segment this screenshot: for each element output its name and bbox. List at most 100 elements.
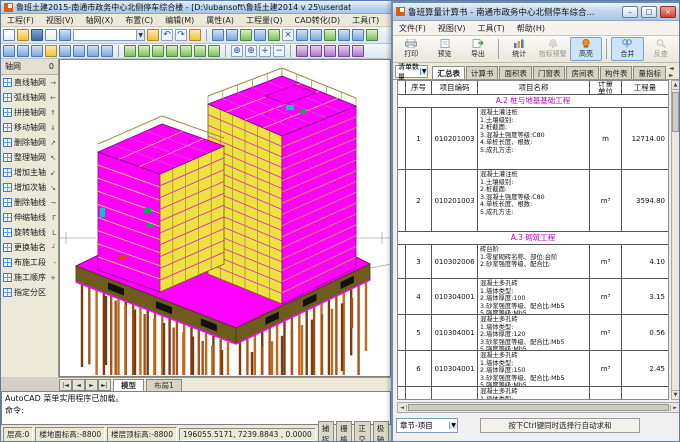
sidebar-item-build-sequence[interactable]: 施工顺序 +	[1, 270, 58, 285]
sidebar-item-stretch-axis[interactable]: 伸缩轴线 Γ	[1, 210, 58, 225]
layer-combo[interactable]: ▼	[73, 29, 145, 41]
solid-cone-icon[interactable]	[338, 45, 350, 57]
selector-column-header[interactable]	[398, 81, 406, 94]
tab-area[interactable]: 面积表	[499, 66, 532, 79]
undo-icon[interactable]: ↶	[161, 29, 173, 41]
cad-tool-icon[interactable]	[226, 29, 238, 41]
redo-icon[interactable]: ↷	[175, 29, 187, 41]
menu-quantity[interactable]: 工程量(Q)	[240, 14, 289, 27]
menu-tools[interactable]: 工具(T)	[346, 14, 385, 27]
window-tool-icon[interactable]	[3, 45, 15, 57]
draw-tool-icon[interactable]	[152, 45, 164, 57]
next-tab-button[interactable]: ►	[85, 378, 98, 391]
cad-tool-icon[interactable]	[212, 29, 224, 41]
scroll-right-icon[interactable]: ►	[670, 404, 679, 411]
print-button[interactable]: 打印	[395, 37, 427, 61]
table-horizontal-scrollbar[interactable]: ◄ ►	[397, 402, 679, 413]
menu-edit[interactable]: 编辑(M)	[159, 14, 200, 27]
sidebar-item-assign-zone[interactable]: 指定分区	[1, 285, 58, 300]
polar-toggle[interactable]: 极轴	[372, 421, 389, 441]
sidebar-item-delete-axis[interactable]: 删除轴线 ¬	[1, 195, 58, 210]
table-row[interactable]: 3 010302006 砖台阶 1.零星砌砖名称、部位:台阶 2.砂浆强度等级、配合…	[398, 245, 668, 279]
table-row[interactable]: 7010304001混凝土多孔砖 1.墙体类型: 2.墙体厚度:200 3.砂浆…	[398, 387, 668, 399]
calc-menu-help[interactable]: 帮助(H)	[511, 22, 551, 35]
zoom-in-icon[interactable]: +	[259, 45, 271, 57]
scroll-left-icon[interactable]: ◄	[398, 404, 407, 411]
scroll-up-icon[interactable]: ▲	[672, 81, 679, 90]
quantity-mode-dropdown[interactable]: 清单数量 ▼	[395, 63, 429, 81]
cad-tool-icon[interactable]	[254, 29, 266, 41]
cad-tool-icon[interactable]	[366, 29, 378, 41]
prev-tab-button[interactable]: ◄	[72, 378, 85, 391]
cad-tool-icon[interactable]	[352, 29, 364, 41]
snap-toggle[interactable]: 捕捉	[317, 421, 335, 441]
first-tab-button[interactable]: |◄	[59, 378, 72, 391]
grid-toggle[interactable]: 栅格	[336, 421, 353, 441]
sidebar-item-delete-grid[interactable]: 删除轴网 ↗	[1, 135, 58, 150]
window-tool-icon[interactable]	[101, 45, 113, 57]
solid-wedge-icon[interactable]	[352, 45, 364, 57]
close-button[interactable]: ×	[660, 5, 676, 18]
sidebar-item-rename-axis[interactable]: 更换轴名 ┘	[1, 240, 58, 255]
cad-tool-icon[interactable]	[240, 29, 252, 41]
scroll-down-icon[interactable]: ▼	[672, 390, 679, 399]
draw-tool-icon[interactable]	[166, 45, 178, 57]
window-tool-icon[interactable]	[31, 45, 43, 57]
open-icon[interactable]	[17, 29, 29, 41]
sidebar-item-arc-grid[interactable]: 弧线轴网 ←	[1, 90, 58, 105]
tab-model[interactable]: 模型	[113, 378, 144, 391]
table-row[interactable]: 2 010201003 混凝土灌注桩 1.土壤级别: 2.桩截面: 3.混凝土强度等…	[398, 170, 668, 232]
menu-grid[interactable]: 轴网(X)	[80, 14, 120, 27]
save-icon[interactable]	[31, 29, 43, 41]
sidebar-item-work-section[interactable]: 布施工段 -	[1, 255, 58, 270]
erase-icon[interactable]: ×	[282, 29, 294, 41]
zoom-out-icon[interactable]: −	[273, 45, 285, 57]
quantity-table[interactable]: 序号 项目编码 项目名称 计量 单位 工程量 A.2 桩与地基基础工程 1 010…	[397, 80, 669, 400]
menu-view[interactable]: 视图(V)	[40, 14, 80, 27]
merge-button[interactable]: 合并	[611, 37, 644, 61]
tab-component[interactable]: 构件表	[599, 66, 633, 79]
view-icon[interactable]	[147, 29, 159, 41]
menu-property[interactable]: 属性(A)	[200, 14, 240, 27]
table-row[interactable]: 5 010304001 混凝土多孔砖 1.墙体类型: 2.墙体厚度:120 3.砂浆…	[398, 315, 668, 351]
tab-layout1[interactable]: 布局1	[146, 378, 182, 391]
maximize-button[interactable]: □	[641, 5, 657, 18]
statistics-button[interactable]: 统计	[503, 37, 535, 61]
export-button[interactable]: 导出	[462, 37, 494, 61]
tab-calc-book[interactable]: 计算书	[465, 66, 499, 79]
window-tool-icon[interactable]	[59, 45, 71, 57]
minimize-button[interactable]: –	[622, 5, 638, 18]
chapter-mode-dropdown[interactable]: 章节-项目 ▼	[396, 418, 458, 433]
solid-cylinder-icon[interactable]	[310, 45, 322, 57]
window-tool-icon[interactable]	[73, 45, 85, 57]
calc-menu-view[interactable]: 视图(V)	[432, 22, 472, 35]
draw-tool-icon[interactable]	[124, 45, 136, 57]
menu-project[interactable]: 工程(F)	[1, 14, 40, 27]
sidebar-item-rotate-axis[interactable]: 旋转轴线 L	[1, 225, 58, 240]
sidebar-item-tidy-grid[interactable]: 整理轴网 ↖	[1, 150, 58, 165]
new-icon[interactable]	[3, 29, 15, 41]
solid-sphere-icon[interactable]	[324, 45, 336, 57]
tab-door-window[interactable]: 门窗表	[532, 66, 566, 79]
preview-button[interactable]: 预览	[428, 37, 460, 61]
draw-tool-icon[interactable]	[208, 45, 220, 57]
ortho-toggle[interactable]: 正交	[354, 421, 371, 441]
sidebar-item-add-sub-axis[interactable]: 增加次轴 ↘	[1, 180, 58, 195]
hscroll-thumb[interactable]	[408, 404, 669, 411]
cad-tool-icon[interactable]	[268, 29, 280, 41]
drawing-viewport[interactable]	[59, 59, 391, 377]
window-tool-icon[interactable]	[87, 45, 99, 57]
command-window[interactable]: AutoCAD 菜单实用程序已加载。 命令:	[1, 391, 391, 425]
sidebar-item-move-grid[interactable]: 移动轴网 ↓	[1, 120, 58, 135]
vscroll-thumb[interactable]	[672, 92, 679, 132]
cad-tool-icon[interactable]	[310, 29, 322, 41]
table-vertical-scrollbar[interactable]: ▲ ▼	[671, 80, 679, 400]
table-row[interactable]: 4 010304001 混凝土多孔砖 1.墙体类型: 2.墙体厚度:100 3.砂浆…	[398, 279, 668, 315]
edit-icon[interactable]	[45, 29, 57, 41]
menu-layout[interactable]: 布置(C)	[119, 14, 159, 27]
draw-tool-icon[interactable]	[180, 45, 192, 57]
sidebar-item-add-main-axis[interactable]: 增加主轴 ↙	[1, 165, 58, 180]
tab-room[interactable]: 房间表	[566, 66, 599, 79]
menu-cad-convert[interactable]: CAD转化(D)	[289, 14, 347, 27]
calc-menu-file[interactable]: 文件(F)	[393, 22, 432, 35]
